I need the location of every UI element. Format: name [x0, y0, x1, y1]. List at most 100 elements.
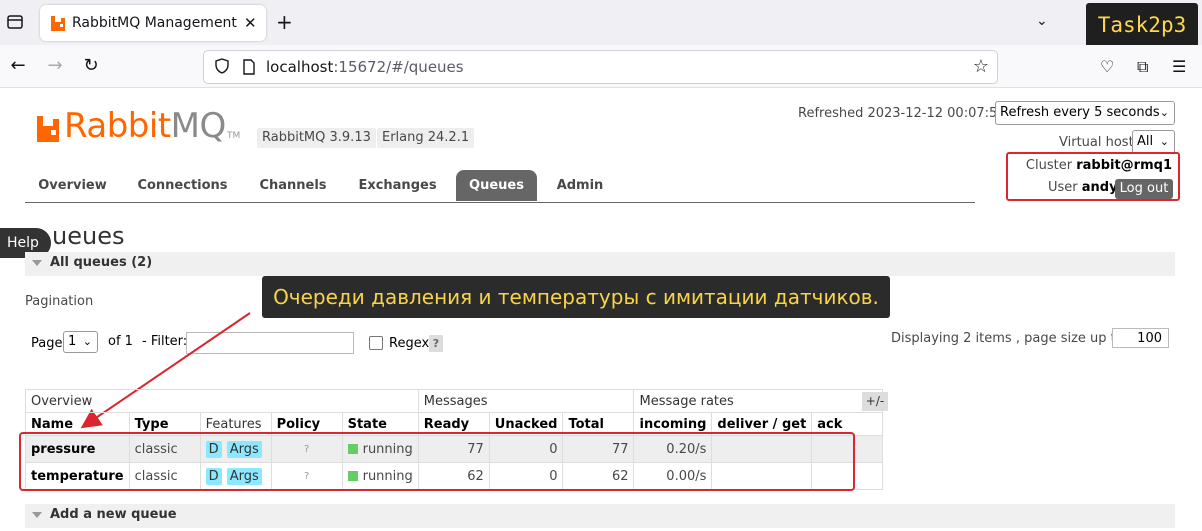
- regex-label: Regex: [389, 336, 430, 351]
- group-overview: Overview: [25, 389, 419, 413]
- user-label: User: [1048, 180, 1078, 195]
- tab-overview[interactable]: Overview: [25, 170, 120, 201]
- tab-list-icon[interactable]: [6, 13, 24, 31]
- forward-icon[interactable]: →: [43, 54, 67, 78]
- messages-unacked: 0: [488, 435, 564, 463]
- tab-channels[interactable]: Channels: [250, 170, 336, 201]
- page-select[interactable]: 1 ⌄: [63, 331, 98, 353]
- page-info-icon[interactable]: [242, 59, 256, 75]
- column-toggle-button[interactable]: +/-: [862, 392, 888, 411]
- rate-ack: [811, 462, 884, 490]
- queue-features: D Args: [199, 435, 272, 463]
- tab-exchanges[interactable]: Exchanges: [350, 170, 445, 201]
- col-policy[interactable]: Policy: [270, 412, 343, 436]
- filter-label: - Filter:: [142, 334, 188, 349]
- annotation-callout: Очереди давления и температуры с имитаци…: [262, 276, 890, 318]
- url-text[interactable]: localhost:15672/#/queues: [266, 58, 464, 76]
- logo-text: RabbitMQ: [64, 106, 226, 146]
- regex-checkbox[interactable]: [369, 336, 383, 350]
- logout-button[interactable]: Log out: [1115, 179, 1173, 199]
- tab-admin[interactable]: Admin: [545, 170, 615, 201]
- feature-durable-badge: D: [205, 467, 222, 485]
- main-menu: Overview Connections Channels Exchanges …: [25, 170, 975, 203]
- state-value: running: [362, 468, 413, 484]
- state-running-icon: [347, 443, 358, 454]
- page-label: Page: [31, 336, 63, 351]
- queue-name[interactable]: temperature: [25, 462, 130, 490]
- rate-ack: [811, 435, 884, 463]
- rate-deliver-get: [711, 435, 813, 463]
- rabbitmq-version: RabbitMQ 3.9.13: [257, 128, 376, 148]
- page-count: of 1: [108, 334, 133, 349]
- col-unacked[interactable]: Unacked: [488, 412, 564, 436]
- page-title: ueues: [52, 222, 125, 250]
- queue-features: D Args: [199, 462, 272, 490]
- all-queues-section-toggle[interactable]: All queues (2): [25, 252, 1175, 276]
- add-queue-section-toggle[interactable]: Add a new queue: [25, 504, 1175, 528]
- task-badge: Task2p3: [1086, 3, 1198, 47]
- col-ready[interactable]: Ready: [417, 412, 490, 436]
- address-bar[interactable]: localhost:15672/#/queues ☆: [203, 50, 998, 84]
- tab-queues[interactable]: Queues: [456, 170, 537, 201]
- rabbitmq-favicon-icon: [51, 16, 65, 31]
- browser-nav-bar: ← → ↻ localhost:15672/#/queues ☆ ♡ ⧉ ☰: [0, 45, 1202, 88]
- table-row[interactable]: pressure classic D Args ? running 77 0 7…: [25, 435, 884, 463]
- cluster-user-highlight: Cluster rabbit@rmq1 User andy Log out: [1006, 152, 1180, 201]
- messages-ready: 77: [417, 435, 490, 463]
- user-info: User andy: [1048, 180, 1118, 195]
- tracking-protection-icon[interactable]: [214, 58, 230, 74]
- virtual-host-value: All: [1137, 134, 1154, 149]
- col-incoming[interactable]: incoming: [633, 412, 713, 436]
- messages-unacked: 0: [488, 462, 564, 490]
- erlang-version: Erlang 24.2.1: [377, 128, 475, 148]
- queue-type: classic: [128, 435, 201, 463]
- tab-connections[interactable]: Connections: [130, 170, 235, 201]
- url-host: localhost: [266, 58, 334, 76]
- cluster-name: rabbit@rmq1: [1076, 158, 1172, 173]
- close-tab-icon[interactable]: ✕: [244, 14, 257, 32]
- policy-value: ?: [303, 443, 310, 455]
- filter-input[interactable]: [186, 332, 354, 354]
- chevron-down-icon: ⌄: [82, 335, 92, 348]
- queue-state: running: [341, 435, 419, 463]
- refresh-interval-select[interactable]: Refresh every 5 seconds ⌄: [995, 101, 1175, 125]
- refresh-interval-value: Refresh every 5 seconds: [1000, 105, 1160, 120]
- rate-incoming: 0.00/s: [633, 462, 713, 490]
- displaying-count: Displaying 2 items , page size up to:: [891, 331, 1129, 346]
- rabbitmq-logo-icon: [37, 116, 59, 142]
- col-total[interactable]: Total: [562, 412, 635, 436]
- regex-help-icon[interactable]: ?: [429, 335, 443, 352]
- url-path: :15672/#/queues: [333, 58, 464, 76]
- col-ack[interactable]: ack: [811, 412, 884, 436]
- new-tab-icon[interactable]: +: [276, 10, 293, 34]
- all-queues-label: All queues (2): [50, 255, 153, 270]
- col-deliver-get[interactable]: deliver / get: [711, 412, 813, 436]
- extensions-icon[interactable]: ⧉: [1137, 57, 1148, 77]
- bookmark-star-icon[interactable]: ☆: [973, 56, 989, 77]
- table-row[interactable]: temperature classic D Args ? running 62 …: [25, 462, 884, 490]
- rate-deliver-get: [711, 462, 813, 490]
- menu-icon[interactable]: ☰: [1172, 57, 1186, 76]
- group-messages: Messages: [417, 389, 635, 413]
- logo-rabbit: Rabbit: [64, 106, 171, 146]
- state-value: running: [362, 441, 413, 457]
- feature-args-badge: Args: [226, 467, 262, 485]
- col-type[interactable]: Type: [128, 412, 201, 436]
- list-all-tabs-icon[interactable]: ⌄: [1036, 13, 1048, 29]
- user-name: andy: [1081, 180, 1118, 195]
- browser-tab[interactable]: RabbitMQ Management ✕: [40, 5, 266, 41]
- pocket-icon[interactable]: ♡: [1100, 57, 1114, 76]
- cluster-label: Cluster: [1025, 158, 1073, 173]
- tab-title: RabbitMQ Management: [72, 15, 237, 31]
- virtual-host-select[interactable]: All ⌄: [1132, 130, 1175, 154]
- col-state[interactable]: State: [341, 412, 419, 436]
- col-features: Features: [199, 412, 272, 436]
- collapse-triangle-icon: [32, 512, 42, 518]
- reload-icon[interactable]: ↻: [79, 54, 103, 78]
- page-size-input[interactable]: 100: [1112, 328, 1169, 348]
- queue-name[interactable]: pressure: [25, 435, 130, 463]
- back-icon[interactable]: ←: [6, 54, 30, 78]
- group-message-rates: Message rates: [633, 389, 884, 413]
- queue-policy: ?: [270, 435, 343, 463]
- col-name[interactable]: Name: [25, 412, 130, 436]
